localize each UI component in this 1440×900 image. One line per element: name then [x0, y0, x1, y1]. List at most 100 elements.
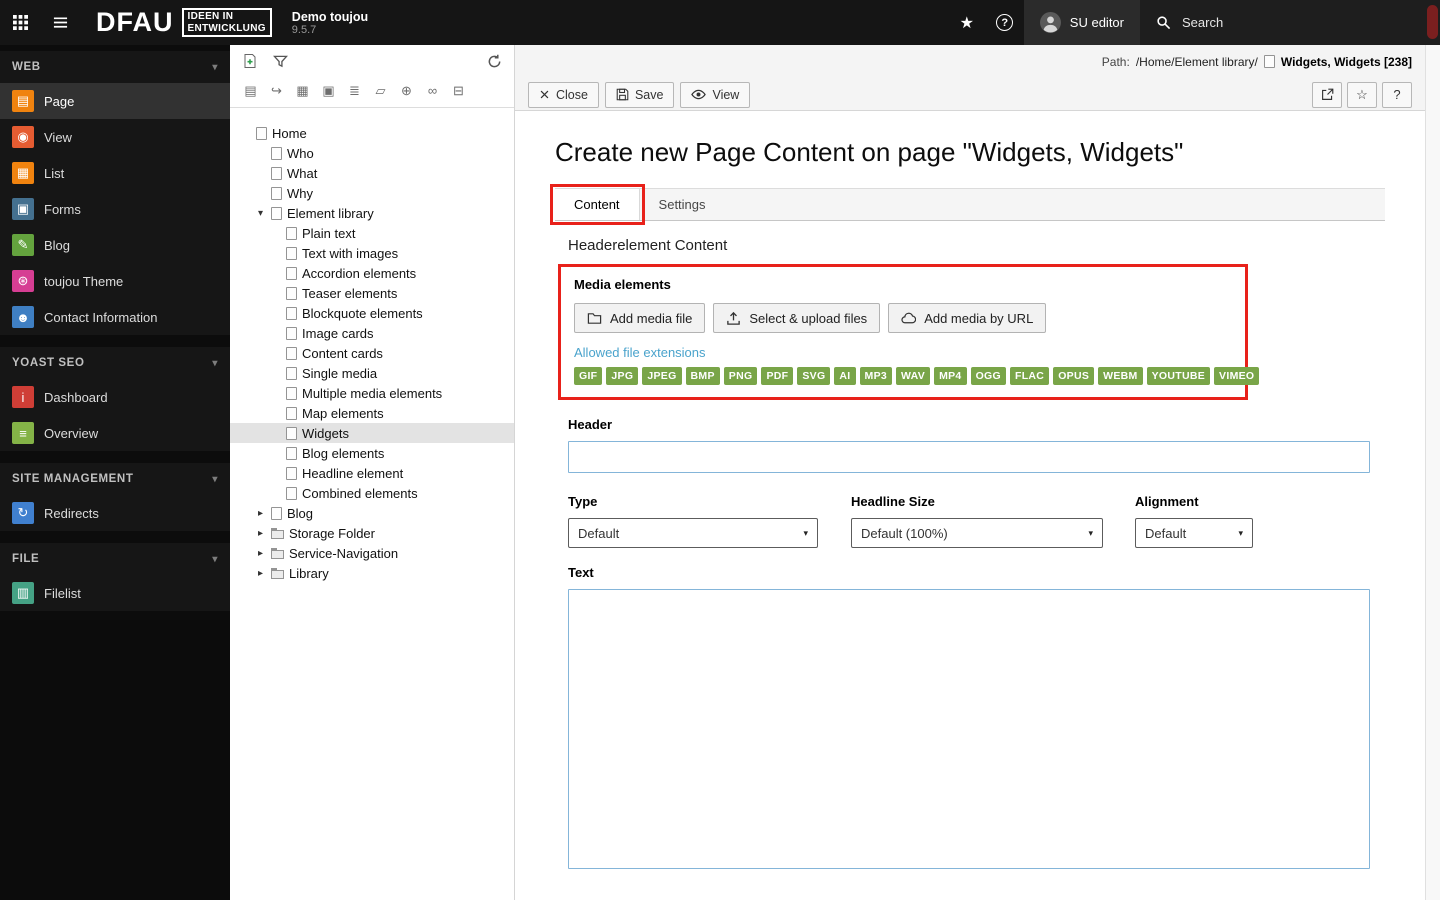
new-page-button[interactable]: [242, 53, 258, 74]
spacer-icon[interactable]: ≣: [346, 82, 363, 99]
section-label: SITE MANAGEMENT: [12, 473, 134, 485]
recycler-icon[interactable]: ⊕: [398, 82, 415, 99]
page-icon: [286, 486, 297, 500]
text-textarea[interactable]: [568, 589, 1370, 869]
tab-content[interactable]: Content: [550, 184, 645, 225]
section-header-web[interactable]: WEB ▾: [0, 51, 230, 83]
shortcut-page-icon[interactable]: ↪: [268, 82, 285, 99]
page-icon: [286, 246, 297, 260]
media-button-select-upload-files[interactable]: Select & upload files: [713, 303, 881, 333]
section-label: Headerelement Content: [568, 237, 728, 254]
filter-button[interactable]: [273, 54, 288, 74]
page-icon: [271, 186, 282, 200]
tab-settings[interactable]: Settings: [640, 189, 725, 220]
header-input[interactable]: [568, 441, 1370, 473]
bookmark-button[interactable]: ★: [948, 0, 986, 45]
tree-node-storage-folder[interactable]: ▸ Storage Folder: [230, 523, 514, 543]
module-item-filelist[interactable]: ▥ Filelist: [0, 575, 230, 611]
refresh-tree-button[interactable]: [487, 54, 502, 74]
tree-node-what[interactable]: What: [230, 163, 514, 183]
user-menu-button[interactable]: SU editor: [1023, 0, 1140, 45]
file-extension-badge: PDF: [761, 367, 794, 385]
tree-node-home[interactable]: Home: [230, 123, 514, 143]
tree-node-blog-elements[interactable]: Blog elements: [230, 443, 514, 463]
module-item-label: toujou Theme: [44, 273, 124, 289]
tree-node-map-elements[interactable]: Map elements: [230, 403, 514, 423]
module-item-blog[interactable]: ✎ Blog: [0, 227, 230, 263]
tree-node-blockquote-elements[interactable]: Blockquote elements: [230, 303, 514, 323]
module-item-forms[interactable]: ▣ Forms: [0, 191, 230, 227]
tree-node-blog[interactable]: ▸ Blog: [230, 503, 514, 523]
select-headline-size[interactable]: Default (100%) ▾: [851, 518, 1103, 548]
tree-node-label: What: [287, 165, 318, 181]
page-icon: [286, 226, 297, 240]
expand-toggle-icon[interactable]: ▸: [255, 528, 266, 539]
divider-icon[interactable]: ⊟: [450, 82, 467, 99]
tree-node-accordion-elements[interactable]: Accordion elements: [230, 263, 514, 283]
tree-node-plain-text[interactable]: Plain text: [230, 223, 514, 243]
module-item-overview[interactable]: ≡ Overview: [0, 415, 230, 451]
section-header-yoast-seo[interactable]: YOAST SEO ▾: [0, 347, 230, 379]
expand-toggle-icon[interactable]: ▸: [255, 568, 266, 579]
media-button-add-media-file[interactable]: Add media file: [574, 303, 706, 333]
module-item-dashboard[interactable]: i Dashboard: [0, 379, 230, 415]
tree-node-widgets[interactable]: Widgets: [230, 423, 514, 443]
collapse-toggle-icon[interactable]: ▾: [255, 208, 266, 219]
docheader-action-help-icon[interactable]: ?: [1382, 81, 1412, 108]
expand-toggle-icon[interactable]: ▸: [255, 508, 266, 519]
save-icon: [616, 88, 629, 101]
modules-toggle-button[interactable]: [0, 0, 40, 45]
tree-node-teaser-elements[interactable]: Teaser elements: [230, 283, 514, 303]
select-alignment[interactable]: Default ▾: [1135, 518, 1253, 548]
tree-node-combined-elements[interactable]: Combined elements: [230, 483, 514, 503]
tree-node-single-media[interactable]: Single media: [230, 363, 514, 383]
scrollbar-track[interactable]: [1425, 45, 1440, 900]
module-item-label: Page: [44, 93, 75, 109]
help-button[interactable]: ?: [986, 0, 1024, 45]
docheader-close-button[interactable]: Close: [528, 81, 599, 108]
page-icon: [271, 506, 282, 520]
field-headline-size: Headline Size Default (100%) ▾: [851, 494, 1135, 548]
docheader-view-button[interactable]: View: [680, 81, 751, 108]
docheader-save-button[interactable]: Save: [604, 81, 675, 108]
select-type[interactable]: Default ▾: [568, 518, 818, 548]
tree-node-service-navigation[interactable]: ▸ Service-Navigation: [230, 543, 514, 563]
tree-node-library[interactable]: ▸ Library: [230, 563, 514, 583]
tree-node-who[interactable]: Who: [230, 143, 514, 163]
upload-icon: [726, 311, 741, 326]
sys-folder-icon[interactable]: ▱: [372, 82, 389, 99]
docheader-action-shortcut-star-icon[interactable]: ☆: [1347, 81, 1377, 108]
folder-icon: [271, 527, 284, 539]
expand-toggle-icon[interactable]: ▸: [255, 548, 266, 559]
standard-page-icon[interactable]: ▤: [242, 82, 259, 99]
tree-node-multiple-media-elements[interactable]: Multiple media elements: [230, 383, 514, 403]
search-bar[interactable]: Search: [1140, 0, 1440, 45]
file-extension-badge: AI: [834, 367, 856, 385]
module-item-toujou-theme[interactable]: ⊛ toujou Theme: [0, 263, 230, 299]
section-header-site-management[interactable]: SITE MANAGEMENT ▾: [0, 463, 230, 495]
mount-point-icon[interactable]: ▣: [320, 82, 337, 99]
module-item-view[interactable]: ◉ View: [0, 119, 230, 155]
tree-node-text-with-images[interactable]: Text with images: [230, 243, 514, 263]
file-extension-badge: OGG: [970, 367, 1006, 385]
module-item-page[interactable]: ▤ Page: [0, 83, 230, 119]
docheader-action-external-link-icon[interactable]: [1312, 81, 1342, 108]
module-item-contact-information[interactable]: ☻ Contact Information: [0, 299, 230, 335]
page-title: Create new Page Content on page "Widgets…: [555, 137, 1184, 167]
module-section-yoast-seo: YOAST SEO ▾ i Dashboard ≡ Overview: [0, 347, 230, 451]
tree-node-image-cards[interactable]: Image cards: [230, 323, 514, 343]
pagetree-toggle-button[interactable]: [40, 0, 80, 45]
module-item-redirects[interactable]: ↻ Redirects: [0, 495, 230, 531]
tree-node-why[interactable]: Why: [230, 183, 514, 203]
file-extension-badge: WEBM: [1098, 367, 1143, 385]
tree-node-element-library[interactable]: ▾ Element library: [230, 203, 514, 223]
backend-section-icon[interactable]: ▦: [294, 82, 311, 99]
form-area: Create new Page Content on page "Widgets…: [515, 111, 1425, 900]
link-page-icon[interactable]: ∞: [424, 82, 441, 99]
module-item-list[interactable]: ▦ List: [0, 155, 230, 191]
media-button-add-media-by-url[interactable]: Add media by URL: [888, 303, 1047, 333]
section-header-file[interactable]: FILE ▾: [0, 543, 230, 575]
scrollbar-thumb[interactable]: [1427, 5, 1438, 39]
tree-node-headline-element[interactable]: Headline element: [230, 463, 514, 483]
tree-node-content-cards[interactable]: Content cards: [230, 343, 514, 363]
